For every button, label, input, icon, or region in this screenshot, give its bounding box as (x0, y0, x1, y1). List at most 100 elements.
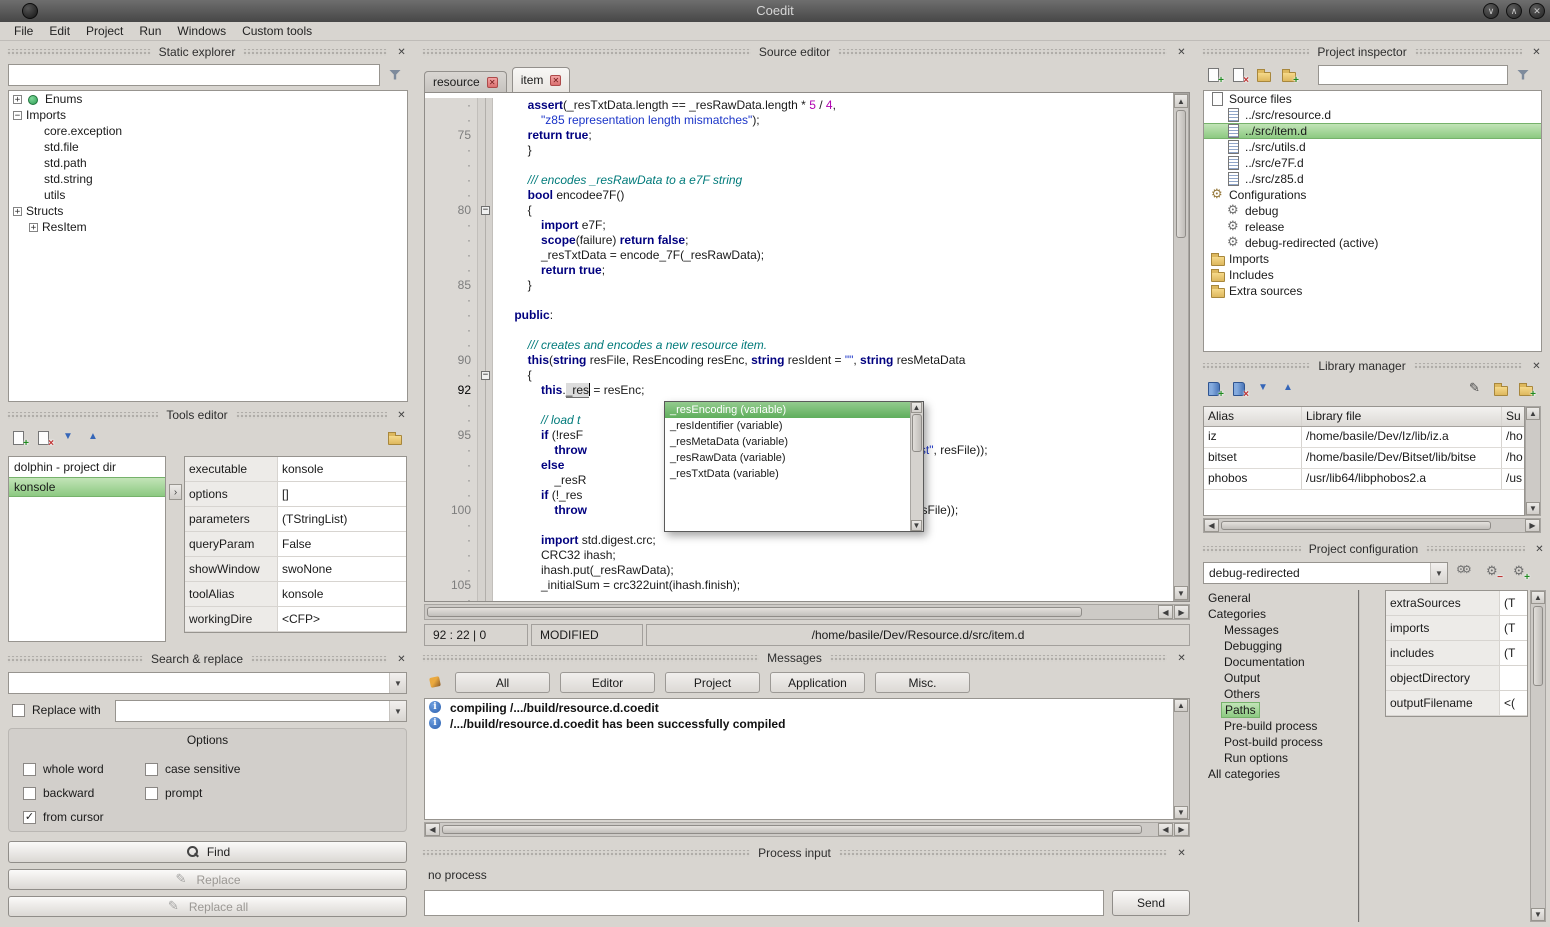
tree-item[interactable]: +Enums (9, 91, 407, 107)
option-checkbox-backward[interactable]: backward (23, 781, 141, 805)
editor-tab-resource[interactable]: resource (424, 71, 507, 92)
panel-grip[interactable] (1202, 363, 1310, 370)
line-number[interactable]: 75 (425, 128, 478, 143)
line-number[interactable]: · (425, 458, 478, 473)
sync-configs-button[interactable] (1454, 560, 1477, 583)
move-library-down-button[interactable] (1252, 377, 1275, 400)
line-number[interactable]: · (425, 308, 478, 323)
code-line[interactable]: 105 _initialSum = crc322uint(ihash.finis… (425, 578, 1173, 593)
code-line[interactable]: · scope(failure) return false; (425, 233, 1173, 248)
property-value[interactable] (1500, 666, 1527, 690)
tree-item[interactable]: std.file (9, 139, 407, 155)
property-row[interactable]: showWindowswoNone (185, 557, 406, 582)
open-folder-button[interactable] (1252, 63, 1275, 86)
expander-icon[interactable]: − (13, 111, 22, 120)
property-value[interactable]: <( (1500, 691, 1527, 715)
property-row[interactable]: includes(T (1386, 641, 1527, 666)
line-number[interactable]: · (425, 443, 478, 458)
tool-list-item[interactable]: dolphin - project dir (9, 457, 165, 477)
code-line[interactable]: · (425, 158, 1173, 173)
checkbox-box[interactable] (145, 763, 158, 776)
close-panel-icon[interactable] (395, 653, 408, 666)
remove-library-button[interactable]: × (1227, 377, 1250, 400)
line-number[interactable]: 80 (425, 203, 478, 218)
project-tree-item[interactable]: Imports (1204, 251, 1541, 267)
symbol-search-input[interactable] (8, 64, 380, 86)
property-value[interactable]: konsole (278, 582, 406, 606)
move-tool-up-button[interactable] (82, 426, 105, 449)
line-number[interactable]: · (425, 548, 478, 563)
option-checkbox-whole-word[interactable]: whole word (23, 757, 141, 781)
project-tree-item[interactable]: ../src/utils.d (1204, 139, 1541, 155)
option-checkbox-from-cursor[interactable]: from cursor (23, 805, 141, 829)
panel-grip[interactable] (1202, 546, 1301, 553)
property-row[interactable]: outputFilename<( (1386, 691, 1527, 716)
message-filter-all[interactable]: All (455, 672, 550, 693)
tool-list-item[interactable]: konsole (9, 477, 165, 497)
panel-grip[interactable] (1415, 49, 1522, 56)
dropdown-arrow-icon[interactable] (1430, 563, 1447, 583)
panel-grip[interactable] (7, 656, 143, 663)
panel-grip[interactable] (422, 850, 750, 857)
category-tree-item[interactable]: Output (1202, 670, 1358, 686)
category-tree-item[interactable]: Messages (1202, 622, 1358, 638)
close-button[interactable] (1529, 3, 1545, 19)
messages-vertical-scrollbar[interactable]: ▲ ▼ (1173, 699, 1189, 819)
code-line[interactable]: · ihash.put(_resRawData); (425, 563, 1173, 578)
property-value[interactable]: False (278, 532, 406, 556)
menu-windows[interactable]: Windows (169, 23, 234, 39)
line-number[interactable]: · (425, 248, 478, 263)
code-line[interactable]: · (425, 323, 1173, 338)
editor-tab-item[interactable]: item (512, 67, 571, 92)
completion-item[interactable]: _resMetaData (variable) (665, 434, 910, 450)
project-tree-item[interactable]: debug (1204, 203, 1541, 219)
menu-run[interactable]: Run (131, 23, 169, 39)
menu-file[interactable]: File (6, 23, 41, 39)
tree-item[interactable]: +ResItem (9, 219, 407, 235)
code-line[interactable]: 75 return true; (425, 128, 1173, 143)
line-number[interactable]: · (425, 563, 478, 578)
title-bar[interactable]: Coedit (0, 0, 1550, 22)
close-panel-icon[interactable] (1530, 360, 1543, 373)
line-number[interactable]: 95 (425, 428, 478, 443)
completion-item[interactable]: _resIdentifier (variable) (665, 418, 910, 434)
move-tool-down-button[interactable] (57, 426, 80, 449)
remove-config-button[interactable]: − (1481, 560, 1504, 583)
category-tree-item[interactable]: Post-build process (1202, 734, 1358, 750)
panel-grip[interactable] (839, 850, 1167, 857)
fold-marker[interactable]: − (481, 371, 490, 380)
message-filter-editor[interactable]: Editor (560, 672, 655, 693)
library-row[interactable]: iz/home/basile/Dev/Iz/lib/iz.a/ho (1204, 427, 1524, 448)
clear-messages-icon[interactable] (424, 670, 447, 693)
remove-tool-button[interactable]: × (32, 426, 55, 449)
option-checkbox-prompt[interactable]: prompt (145, 781, 240, 805)
menu-project[interactable]: Project (78, 23, 131, 39)
property-row[interactable]: workingDire<CFP> (185, 607, 406, 632)
replace-button[interactable]: Replace (8, 869, 407, 890)
completion-item[interactable]: _resTxtData (variable) (665, 466, 910, 482)
project-tree-item[interactable]: ../src/e7F.d (1204, 155, 1541, 171)
code-line[interactable]: · import std.digest.crc; (425, 533, 1173, 548)
category-tree-item[interactable]: Categories (1202, 606, 1358, 622)
line-number[interactable]: · (425, 188, 478, 203)
close-panel-icon[interactable] (1175, 46, 1188, 59)
project-tree-item[interactable]: Source files (1204, 91, 1541, 107)
project-tree-item[interactable]: Configurations (1204, 187, 1541, 203)
checkbox-box[interactable] (23, 811, 36, 824)
library-row[interactable]: phobos/usr/lib64/libphobos2.a/us (1204, 469, 1524, 490)
line-number[interactable]: · (425, 263, 478, 278)
menu-edit[interactable]: Edit (41, 23, 78, 39)
panel-grip[interactable] (422, 49, 751, 56)
line-number[interactable]: · (425, 398, 478, 413)
editor-horizontal-scrollbar[interactable]: ◀ ▶ (424, 604, 1190, 620)
category-tree-item[interactable]: General (1202, 590, 1358, 606)
inspector-search-input[interactable] (1318, 65, 1508, 85)
close-panel-icon[interactable] (395, 409, 408, 422)
line-number[interactable]: 85 (425, 278, 478, 293)
open-tool-button[interactable] (383, 426, 406, 449)
menu-custom-tools[interactable]: Custom tools (234, 23, 320, 39)
line-number[interactable]: · (425, 323, 478, 338)
line-number[interactable]: 105 (425, 578, 478, 593)
panel-grip[interactable] (838, 49, 1167, 56)
code-line[interactable]: · return true; (425, 263, 1173, 278)
